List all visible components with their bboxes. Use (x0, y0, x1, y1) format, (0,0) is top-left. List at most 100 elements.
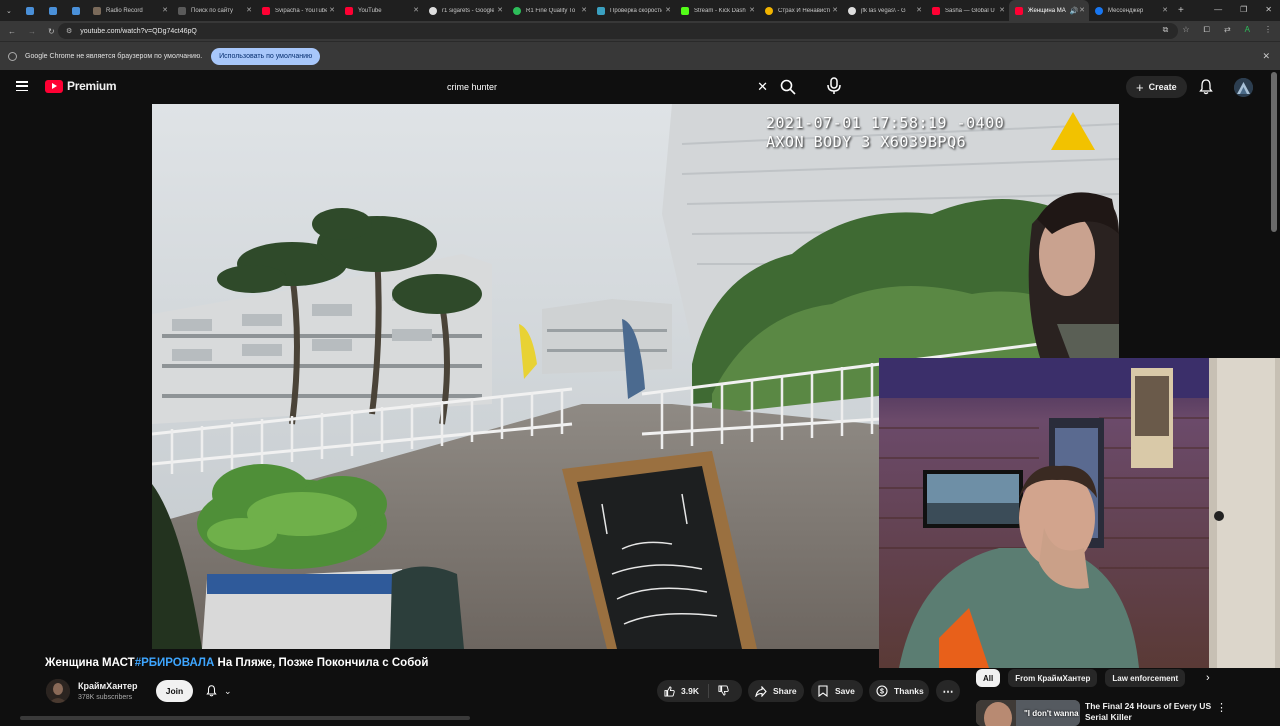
subscription-bell-button[interactable]: ⌄ (201, 681, 243, 701)
open-in-app-icon[interactable]: ⧉ (1163, 25, 1169, 35)
create-button[interactable]: + Create (1126, 76, 1187, 98)
search-icon[interactable] (780, 79, 796, 95)
join-button[interactable]: Join (156, 680, 193, 702)
tab-favicon-icon (1095, 6, 1103, 15)
browser-tab[interactable]: jfk las vegas\ - G ✕ (842, 0, 926, 21)
tab-favicon-icon (26, 6, 34, 15)
close-tab-icon[interactable]: ✕ (665, 6, 671, 14)
tab-favicon-icon (597, 6, 605, 15)
hashtag-link[interactable]: #РБИРОВАЛА (135, 657, 215, 669)
site-info-icon[interactable]: ⚙ (66, 27, 72, 35)
browser-tab[interactable] (43, 0, 66, 21)
browser-tab[interactable]: r1 sigarets - Google ✕ (423, 0, 507, 21)
like-button[interactable]: 3.9K (657, 684, 709, 698)
browser-tab[interactable]: Radio Record ✕ (87, 0, 172, 21)
chevron-right-icon[interactable]: › (1206, 672, 1210, 684)
menu-icon[interactable] (16, 81, 28, 91)
close-tab-icon[interactable]: ✕ (497, 6, 503, 14)
close-tab-icon[interactable]: ✕ (1162, 6, 1168, 14)
new-tab-button[interactable]: + (1172, 0, 1192, 21)
reload-icon[interactable]: ↻ (48, 27, 55, 36)
bookmark-star-icon[interactable]: ☆ (1182, 25, 1189, 35)
window-controls: — ❐ ✕ (1214, 5, 1272, 14)
browser-tab[interactable]: Sasha — Global U ✕ (926, 0, 1009, 21)
browser-tab[interactable]: R1 Fine Quality To ✕ (507, 0, 591, 21)
close-infobar-icon[interactable]: ✕ (1262, 51, 1270, 62)
thanks-button[interactable]: $ Thanks (869, 680, 929, 702)
like-count: 3.9K (681, 686, 699, 696)
browser-tab-strip: ⌄ Radio Record ✕ Поиск по сайту ✕ Svipacha… (0, 0, 1280, 21)
url-field[interactable]: ⚙ youtube.com/watch?v=QDg74ct46pQ (58, 23, 1178, 39)
chip-all[interactable]: All (976, 669, 1001, 687)
close-window-icon[interactable]: ✕ (1265, 5, 1272, 14)
close-tab-icon[interactable]: ✕ (1079, 6, 1085, 14)
profile-icon[interactable]: A (1245, 25, 1250, 35)
close-tab-icon[interactable]: ✕ (832, 6, 838, 14)
more-vertical-icon[interactable]: ⋮ (1216, 701, 1227, 714)
chip-from-channel[interactable]: From КраймХантер (1008, 669, 1098, 687)
back-icon[interactable]: ← (8, 27, 16, 36)
set-default-browser-button[interactable]: Использовать по умолчанию (211, 47, 321, 65)
bookmark-icon (818, 685, 828, 697)
tab-favicon-icon (1015, 6, 1023, 15)
page-scrollbar[interactable] (1271, 72, 1277, 232)
browser-tab[interactable]: Проверка скорости ✕ (591, 0, 675, 21)
share-icon (755, 685, 767, 697)
dislike-button[interactable] (709, 684, 729, 698)
share-label: Share (773, 686, 797, 696)
browser-tab[interactable] (66, 0, 87, 21)
close-tab-icon[interactable]: ✕ (162, 6, 168, 14)
browser-tab-active[interactable]: Женщина МА 🔊 ✕ (1009, 0, 1089, 21)
channel-name[interactable]: КраймХантер (78, 681, 138, 691)
microphone-icon[interactable] (826, 77, 842, 95)
url-text: youtube.com/watch?v=QDg74ct46pQ (80, 27, 197, 35)
youtube-premium-logo[interactable]: Premium (45, 79, 117, 93)
plus-icon: + (1136, 79, 1144, 95)
close-tab-icon[interactable]: ✕ (581, 6, 587, 14)
restore-icon[interactable]: ❐ (1240, 5, 1247, 14)
save-button[interactable]: Save (811, 680, 863, 702)
browser-tab[interactable]: Поиск по сайту ✕ (172, 0, 256, 21)
close-tab-icon[interactable]: ✕ (329, 6, 335, 14)
close-tab-icon[interactable]: ✕ (413, 6, 419, 14)
forward-icon[interactable]: → (28, 27, 36, 36)
browser-menu-icon[interactable]: ⋮ (1264, 25, 1272, 35)
tab-favicon-icon (178, 6, 186, 15)
close-tab-icon[interactable]: ✕ (246, 6, 252, 14)
extensions-icon[interactable]: ⧠ (1204, 25, 1210, 35)
bodycam-datetime: 2021-07-01 17:58:19 -0400 (766, 114, 1005, 132)
youtube-play-icon (45, 79, 63, 93)
translate-icon[interactable]: ⇄ (1224, 25, 1231, 35)
clear-search-icon[interactable]: ✕ (757, 79, 768, 95)
close-tab-icon[interactable]: ✕ (749, 6, 755, 14)
chip-law-enforcement[interactable]: Law enforcement (1105, 669, 1186, 687)
browser-tab[interactable]: Мессенджер ✕ (1089, 0, 1172, 21)
audio-playing-icon[interactable]: 🔊 (1070, 7, 1079, 15)
tab-search-menu[interactable]: ⌄ (0, 0, 20, 21)
more-horizontal-icon: ⋯ (942, 685, 954, 698)
axon-warning-icon (1051, 112, 1095, 150)
more-actions-button[interactable]: ⋯ (936, 680, 960, 702)
search-input[interactable]: crime hunter ✕ (436, 76, 776, 98)
tab-label: Radio Record (106, 7, 143, 14)
notifications-bell-icon[interactable] (1199, 79, 1213, 95)
account-avatar[interactable] (1234, 78, 1253, 97)
tab-label: Svipacha - YouTube (275, 7, 327, 14)
close-tab-icon[interactable]: ✕ (916, 6, 922, 14)
browser-tab[interactable]: Stream - Kick Dash ✕ (675, 0, 759, 21)
tab-favicon-icon (49, 6, 57, 15)
channel-avatar[interactable] (46, 679, 70, 703)
browser-tab[interactable]: YouTube ✕ (339, 0, 423, 21)
bodycam-device-id: AXON BODY 3 X6039BPQ6 (766, 133, 967, 151)
share-button[interactable]: Share (748, 680, 804, 702)
browser-tab[interactable]: Страх И Ненависть ✕ (759, 0, 842, 21)
default-browser-infobar: Google Chrome не является браузером по у… (0, 41, 1280, 70)
page-scroll-indicator (20, 716, 470, 720)
tab-label: jfk las vegas\ - G (861, 7, 906, 14)
minimize-icon[interactable]: — (1214, 5, 1222, 14)
chevron-down-icon: ⌄ (224, 685, 232, 696)
browser-tab[interactable] (20, 0, 43, 21)
browser-tab[interactable]: Svipacha - YouTube ✕ (256, 0, 339, 21)
close-tab-icon[interactable]: ✕ (999, 6, 1005, 14)
thumbnail-quote: "I don't wanna (1024, 709, 1079, 718)
